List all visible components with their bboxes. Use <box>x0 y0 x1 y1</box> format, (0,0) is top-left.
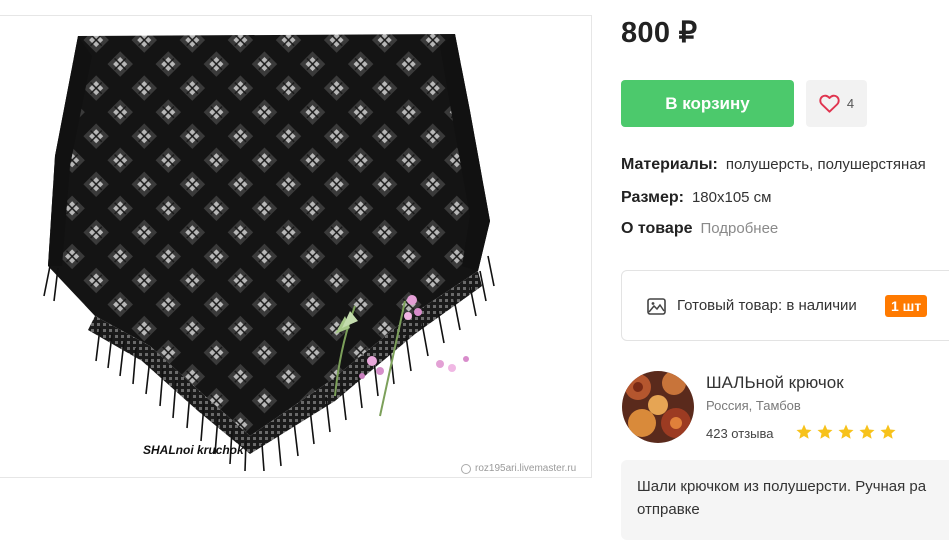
shop-avatar[interactable] <box>622 371 694 443</box>
shop-rating <box>795 423 897 441</box>
shop-reviews-link[interactable]: 423 отзыва <box>706 426 774 441</box>
size-row: Размер: 180x105 см <box>621 189 772 207</box>
stock-info-box: Готовый товар: в наличии 1 шт <box>621 270 949 341</box>
star-icon <box>859 424 875 439</box>
product-photo[interactable]: SHALnoi kruchok roz195ari.livemaster.ru <box>0 15 592 478</box>
star-icon <box>838 424 854 439</box>
star-icon <box>796 424 812 439</box>
shop-avatar-image <box>622 371 694 443</box>
star-icon <box>880 424 896 439</box>
photo-site-credit: roz195ari.livemaster.ru <box>461 463 576 474</box>
stock-quantity-badge: 1 шт <box>885 295 928 317</box>
size-label: Размер: <box>621 189 684 206</box>
shop-location: Россия, Тамбов <box>706 398 801 413</box>
photo-caption: SHALnoi kruchok <box>143 443 244 457</box>
image-icon <box>647 298 666 315</box>
materials-value: полушерсть, полушерстяная <box>725 156 926 173</box>
favorite-button[interactable]: 4 <box>806 80 867 127</box>
add-to-cart-button[interactable]: В корзину <box>621 80 794 127</box>
stock-status: Готовый товар: в наличии <box>677 297 857 314</box>
shawl-image <box>43 34 495 472</box>
star-icon <box>817 424 833 439</box>
about-more-link[interactable]: Подробнее <box>700 220 778 237</box>
heart-icon <box>819 94 840 113</box>
shop-name-link[interactable]: ШАЛЬной крючок <box>706 373 844 393</box>
favorites-count: 4 <box>846 96 855 111</box>
site-logo-icon <box>461 463 471 474</box>
about-label: О товаре <box>621 220 693 237</box>
site-credit-text: roz195ari.livemaster.ru <box>475 463 577 474</box>
materials-row: Материалы: полушерсть, полушерстяная <box>621 156 926 174</box>
materials-label: Материалы: <box>621 156 718 173</box>
about-row: О товаре Подробнее <box>621 220 778 238</box>
product-price: 800 ₽ <box>621 17 698 49</box>
shop-description-box: Шали крючком из полушерсти. Ручная ра от… <box>621 460 949 540</box>
size-value: 180x105 см <box>691 189 772 206</box>
shop-description: Шали крючком из полушерсти. Ручная ра от… <box>637 478 927 518</box>
